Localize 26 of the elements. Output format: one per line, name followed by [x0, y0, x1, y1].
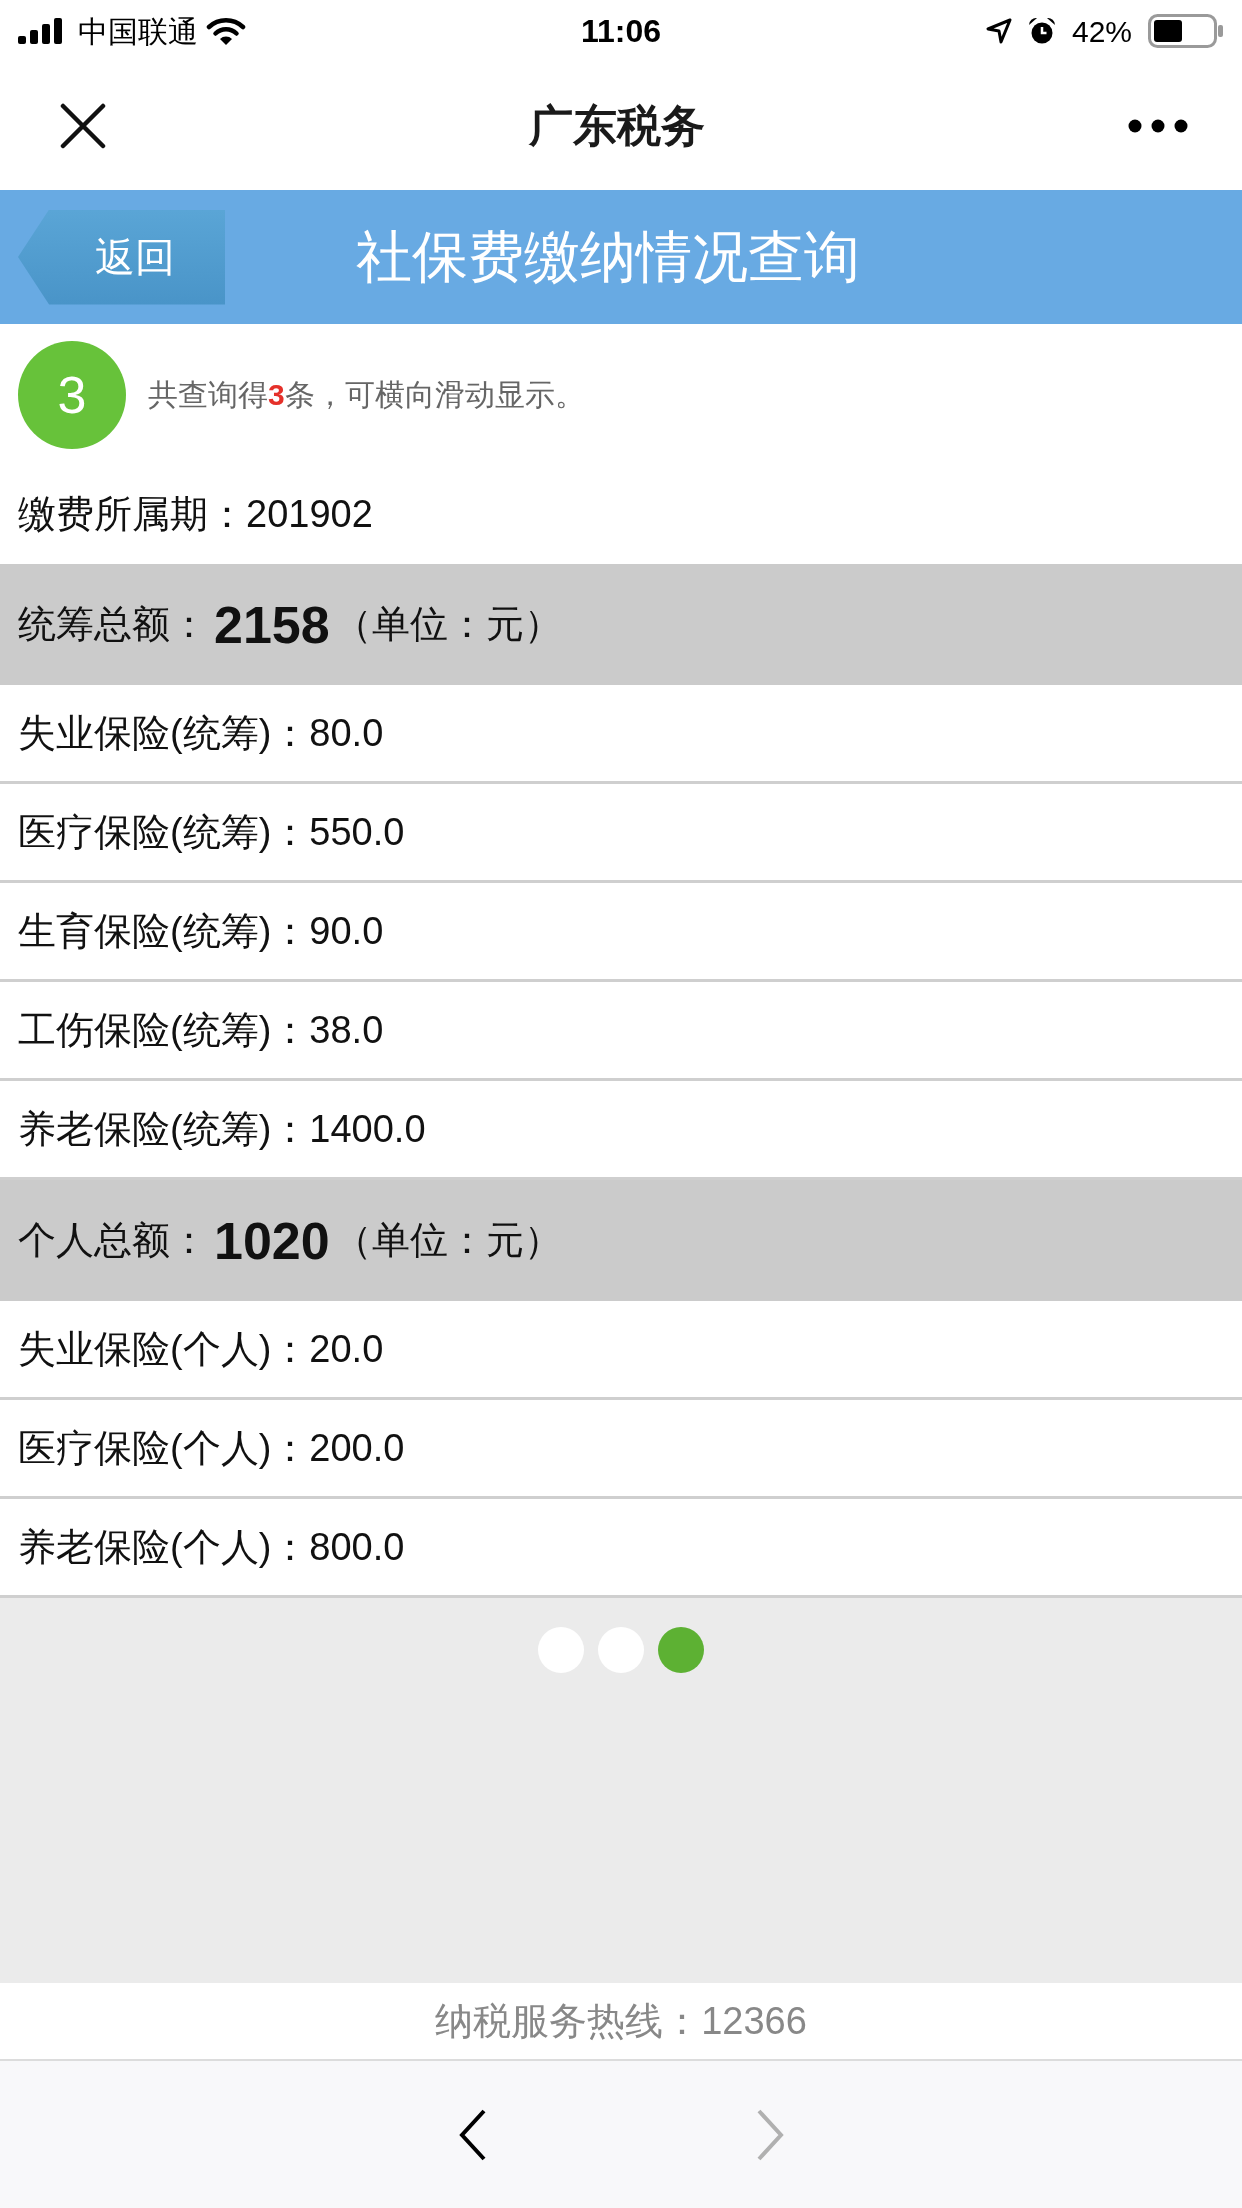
insurance-item: 医疗保险(个人)：200.0 — [0, 1400, 1242, 1499]
wifi-icon — [206, 16, 246, 46]
insurance-item: 生育保险(统筹)：90.0 — [0, 883, 1242, 982]
alarm-clock-icon — [1027, 17, 1056, 45]
back-button[interactable]: 返回 — [18, 209, 225, 305]
page-dot[interactable] — [658, 1627, 704, 1673]
page-title: 广东税务 — [529, 100, 705, 152]
more-icon[interactable] — [1128, 119, 1188, 133]
insurance-item: 失业保险(统筹)：80.0 — [0, 685, 1242, 784]
insurance-item: 医疗保险(统筹)：550.0 — [0, 784, 1242, 883]
carrier-name: 中国联通 — [78, 13, 198, 50]
status-time: 11:06 — [580, 12, 662, 51]
total-heading: 个人总额：1020（单位：元） — [0, 1180, 1242, 1301]
insurance-item: 工伤保险(统筹)：38.0 — [0, 982, 1242, 1081]
total-heading: 统筹总额：2158（单位：元） — [0, 564, 1242, 685]
header-title: 社保费缴纳情况查询 — [356, 224, 860, 291]
hotline-text: 纳税服务热线：12366 — [434, 1998, 808, 2044]
result-count-badge: 3 — [18, 340, 126, 449]
location-arrow-icon — [985, 18, 1012, 44]
chevron-left-icon[interactable] — [457, 2108, 488, 2161]
close-icon[interactable] — [60, 103, 106, 149]
result-note: 共查询得3条，可横向滑动显示。 — [148, 377, 585, 413]
insurance-item: 失业保险(个人)：20.0 — [0, 1301, 1242, 1400]
period-label: 缴费所属期：201902 — [17, 492, 374, 537]
battery-icon — [1148, 14, 1224, 48]
battery-percent: 42% — [1071, 13, 1132, 50]
